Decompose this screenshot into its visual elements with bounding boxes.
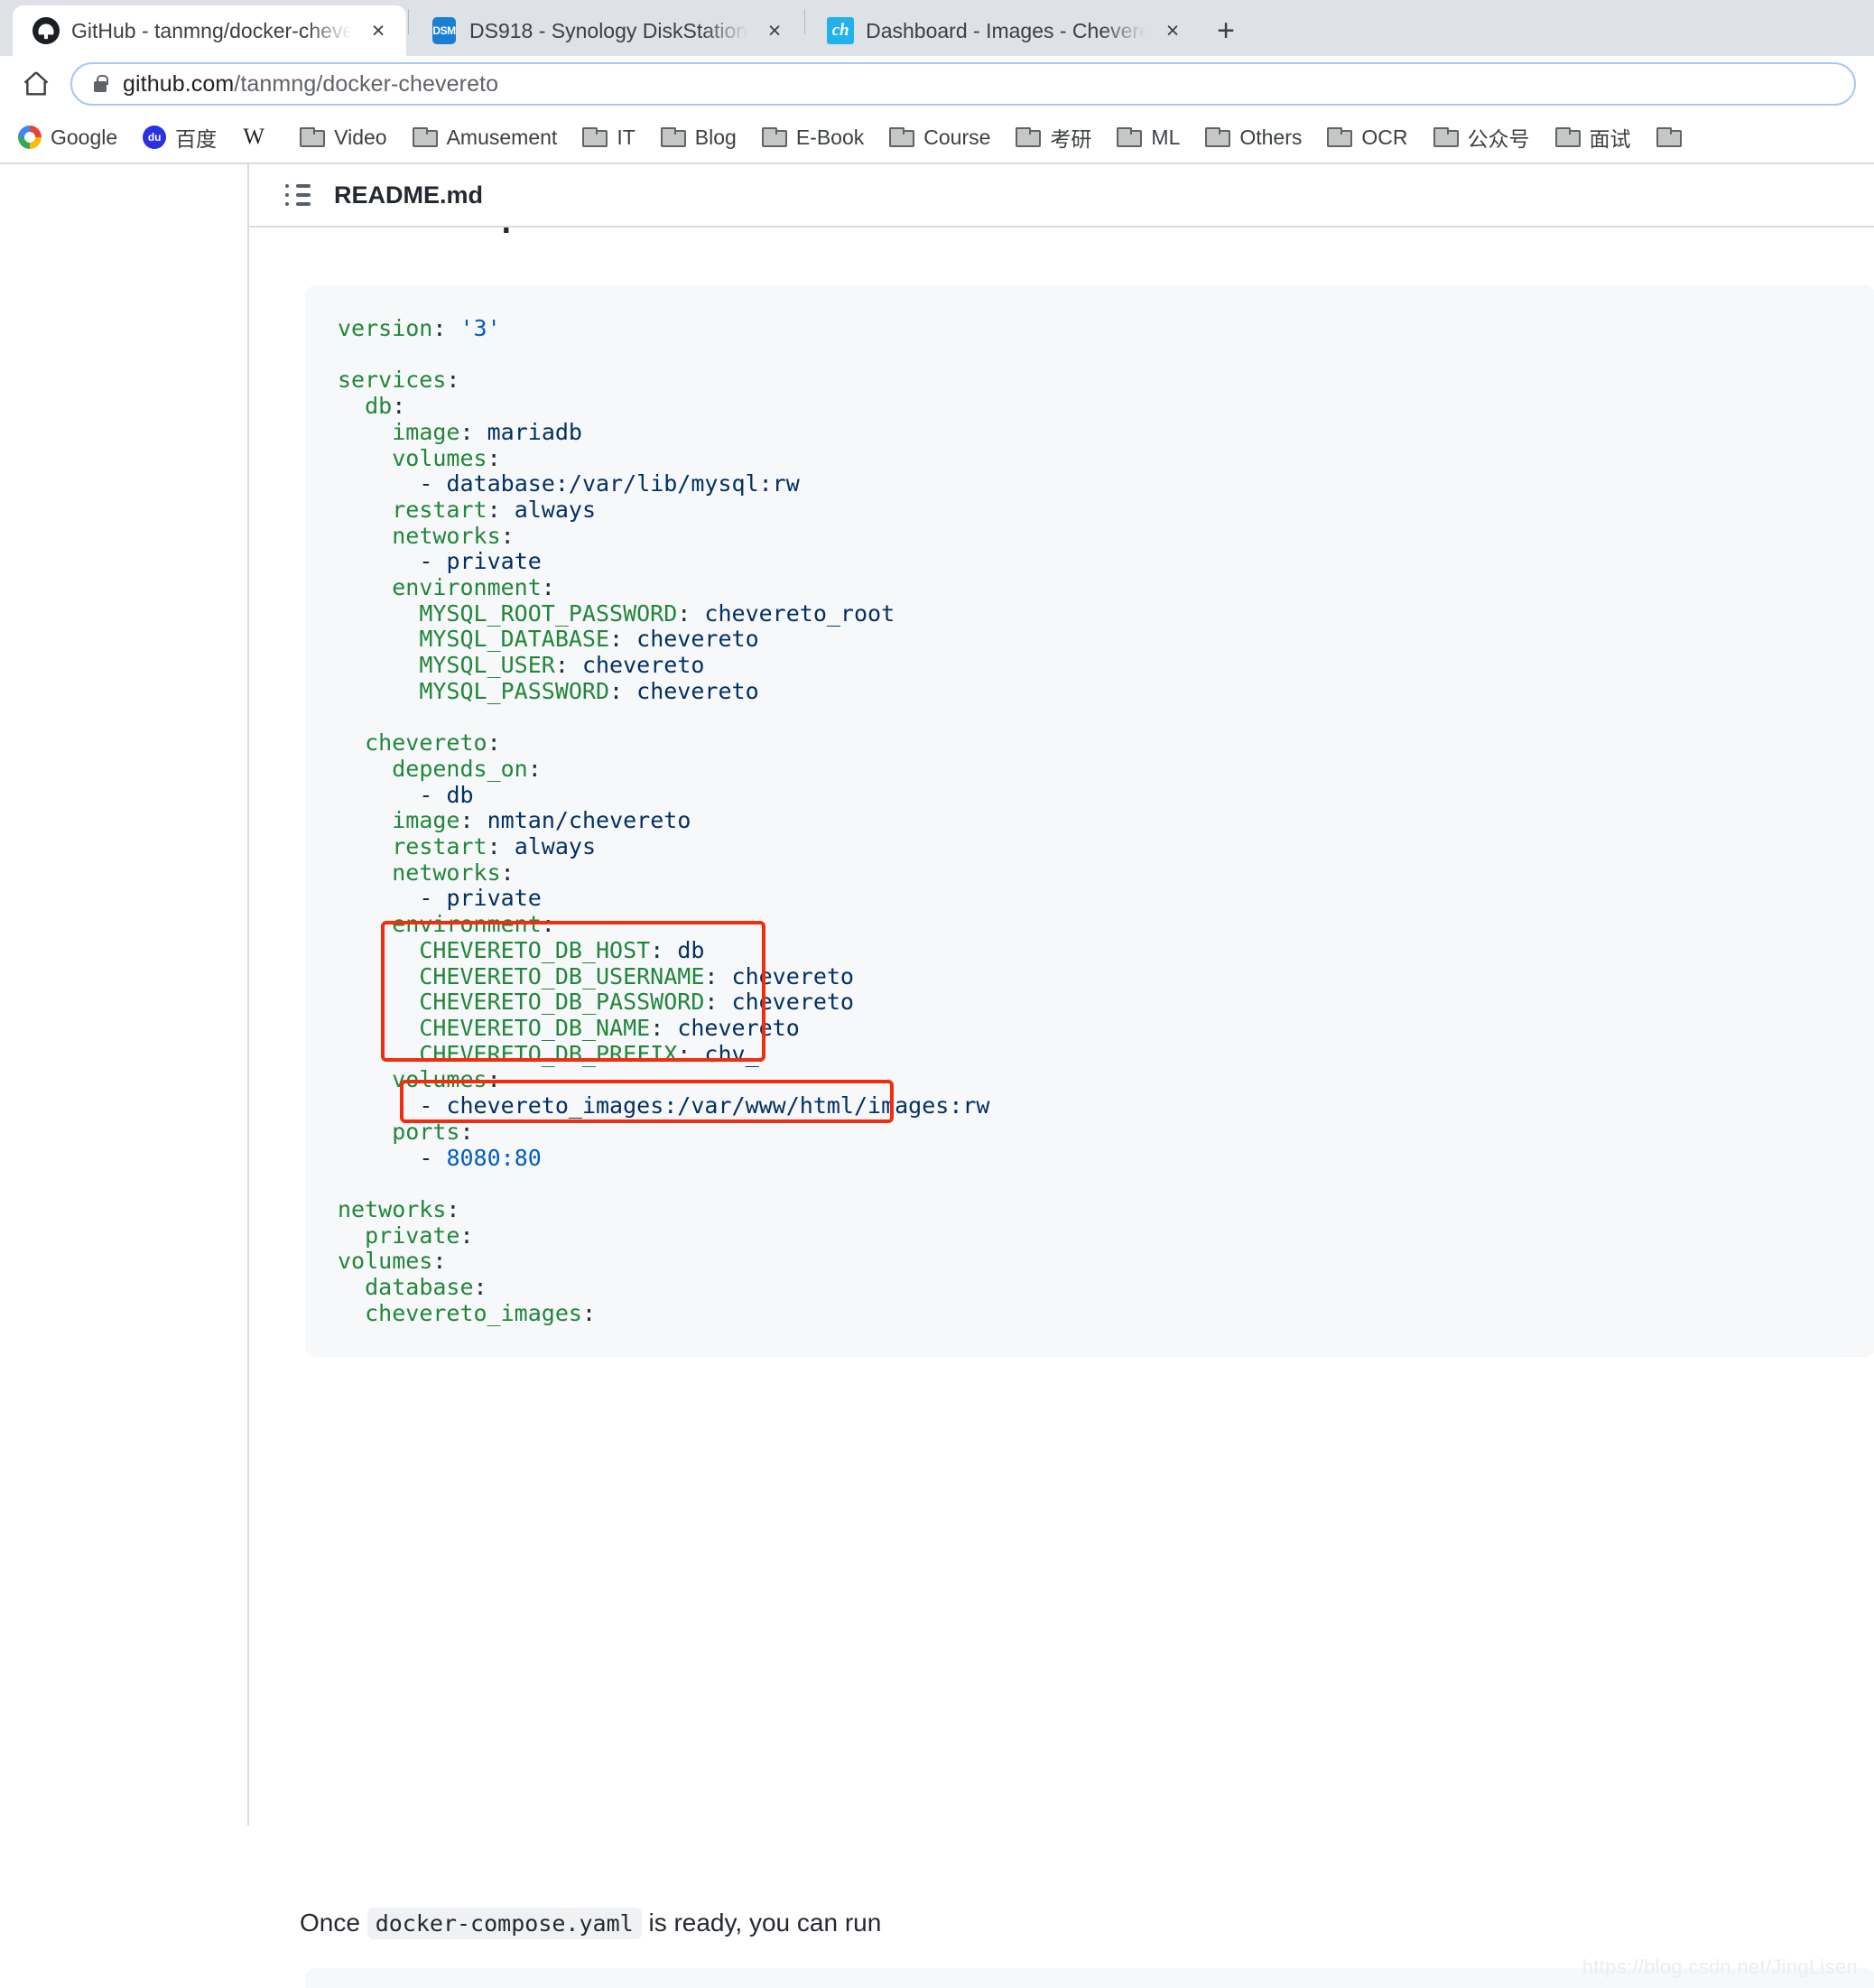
bookmark-folder-amusement[interactable]: Amusement (400, 120, 571, 155)
readme-filename: README.md (334, 181, 483, 209)
bookmark-folder-it[interactable]: IT (570, 120, 647, 155)
bookmark-folder-others[interactable]: Others (1192, 120, 1314, 155)
tab-divider (804, 9, 805, 34)
docker-compose-filename: docker-compose.yaml (367, 1908, 642, 1939)
close-icon[interactable]: × (363, 20, 394, 42)
url-path: /tanmng/docker-chevereto (234, 71, 498, 97)
tab-strip: GitHub - tanmng/docker-chevereto × DSM D… (0, 0, 1874, 56)
bookmark-google[interactable]: Google (5, 120, 130, 155)
tab-title: DS918 - Synology DiskStation (469, 19, 747, 43)
wikipedia-icon: W (242, 125, 265, 150)
github-icon (32, 17, 60, 44)
bookmark-label: E-Book (796, 125, 864, 150)
folder-icon (1117, 127, 1142, 147)
folder-icon (413, 127, 438, 147)
bookmark-folder-blog[interactable]: Blog (648, 120, 749, 155)
section-heading: Docker compose (305, 228, 847, 233)
bookmark-label: 考研 (1050, 122, 1091, 153)
section-heading-clip: Docker compose (305, 228, 847, 249)
google-icon (18, 125, 42, 149)
home-icon[interactable] (18, 66, 54, 102)
yaml-code: version: '3' services: db: image: mariad… (338, 316, 1843, 1326)
folder-icon (889, 127, 914, 147)
address-bar[interactable]: github.com/tanmng/docker-chevereto (70, 62, 1856, 106)
bookmark-label: 公众号 (1468, 122, 1530, 153)
lock-icon (92, 74, 108, 94)
readme-content: Docker compose version: '3' services: db… (249, 228, 1874, 1825)
list-icon[interactable] (285, 184, 311, 206)
bookmark-folder-ocr[interactable]: OCR (1314, 120, 1420, 155)
browser-tab-chevereto[interactable]: ch Dashboard - Images - Chevereto × (807, 5, 1201, 56)
bookmark-folder-mianshi[interactable]: 面试 (1543, 116, 1644, 158)
tab-divider (408, 9, 409, 34)
once-suffix: is ready, you can run (642, 1909, 882, 1937)
address-bar-url: github.com/tanmng/docker-chevereto (123, 71, 498, 98)
url-host: github.com (123, 71, 234, 97)
dsm-icon: DSM (431, 17, 458, 44)
readme-header: README.md (249, 164, 1874, 226)
baidu-icon: du (143, 125, 166, 149)
once-prefix: Once (300, 1909, 367, 1937)
browser-tab-synology[interactable]: DSM DS918 - Synology DiskStation × (411, 5, 802, 56)
bookmark-baidu[interactable]: du 百度 (130, 116, 229, 158)
bookmark-folder-ml[interactable]: ML (1104, 120, 1192, 155)
close-icon[interactable]: × (759, 20, 790, 42)
bookmark-label: Blog (695, 125, 737, 150)
folder-icon (300, 127, 325, 147)
bookmark-label: 面试 (1590, 122, 1631, 153)
new-tab-button[interactable]: + (1201, 5, 1251, 56)
bookmark-label: 百度 (175, 122, 217, 153)
once-ready-paragraph: Once docker-compose.yaml is ready, you c… (300, 1903, 881, 1944)
bookmark-label: Google (51, 125, 117, 150)
watermark: https://blog.csdn.net/JingLisen (1582, 1955, 1858, 1979)
bookmark-folder-course[interactable]: Course (877, 120, 1003, 155)
folder-icon (762, 127, 787, 147)
tab-title: Dashboard - Images - Chevereto (866, 19, 1146, 43)
bookmarks-bar: Google du 百度 W Video Amusement IT Blog E… (0, 112, 1874, 163)
folder-icon (1327, 127, 1352, 147)
tab-title: GitHub - tanmng/docker-chevereto (71, 19, 351, 43)
bookmark-label: IT (617, 125, 635, 150)
bookmark-folder-ebook[interactable]: E-Book (749, 120, 877, 155)
folder-icon (1016, 127, 1041, 147)
chevereto-icon: ch (827, 17, 854, 44)
bookmark-wikipedia[interactable]: W (229, 119, 287, 155)
folder-icon (1433, 127, 1459, 147)
close-icon[interactable]: × (1157, 20, 1188, 42)
bookmark-folder-gongzhonghao[interactable]: 公众号 (1421, 116, 1543, 158)
browser-chrome: GitHub - tanmng/docker-chevereto × DSM D… (0, 0, 1874, 56)
bookmark-label: Others (1239, 125, 1302, 150)
browser-toolbar: github.com/tanmng/docker-chevereto (0, 56, 1874, 112)
folder-icon (661, 127, 686, 147)
yaml-code-block[interactable]: version: '3' services: db: image: mariad… (305, 285, 1874, 1357)
page-viewport: README.md Docker compose version: '3' se… (0, 163, 1874, 1825)
folder-icon (582, 127, 608, 147)
bookmark-label: OCR (1361, 125, 1407, 150)
bookmark-folder-video[interactable]: Video (287, 120, 399, 155)
bookmark-label: Course (923, 125, 990, 150)
bookmark-label: Amusement (447, 125, 558, 150)
folder-icon (1205, 127, 1230, 147)
folder-icon (1656, 127, 1682, 147)
browser-tab-github[interactable]: GitHub - tanmng/docker-chevereto × (13, 5, 406, 56)
bookmark-label: Video (334, 125, 386, 150)
bookmark-folder-kaoyan[interactable]: 考研 (1003, 116, 1104, 158)
bookmark-folder-overflow[interactable] (1644, 122, 1703, 153)
folder-icon (1555, 127, 1581, 147)
bookmark-label: ML (1151, 125, 1180, 150)
